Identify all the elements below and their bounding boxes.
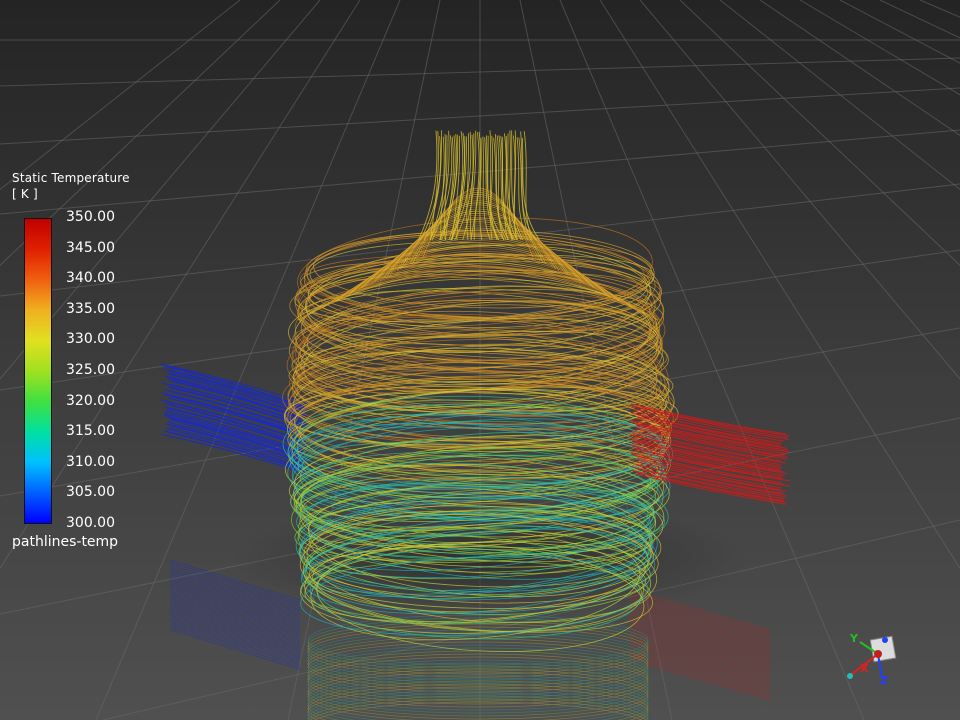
3d-viewport[interactable]: Static Temperature [ K ] 350.00 345.00 340… — [0, 0, 960, 720]
triad-x-end-icon — [847, 673, 853, 679]
color-legend: Static Temperature [ K ] 350.00 345.00 340… — [12, 170, 152, 550]
triad-y-label: Y — [850, 632, 858, 645]
triad-origin-icon — [874, 650, 882, 658]
triad-x-label: X — [860, 662, 869, 675]
legend-ticks: 350.00 345.00 340.00 335.00 330.00 325.00 320.… — [66, 208, 146, 534]
legend-tick: 340.00 — [66, 270, 115, 287]
legend-tick: 320.00 — [66, 392, 115, 409]
legend-tick: 350.00 — [66, 209, 115, 225]
legend-unit: [ K ] — [12, 187, 38, 201]
legend-tick: 335.00 — [66, 300, 115, 317]
triad-z-label: Z — [880, 674, 888, 687]
legend-tick: 305.00 — [66, 484, 115, 501]
legend-tick: 325.00 — [66, 362, 115, 378]
legend-tick: 310.00 — [66, 453, 115, 470]
legend-name: pathlines-temp — [12, 534, 119, 550]
legend-tick: 300.00 — [66, 515, 115, 531]
legend-tick: 345.00 — [66, 239, 115, 256]
legend-tick: 315.00 — [66, 423, 115, 440]
axis-triad[interactable]: Y X Z — [838, 628, 908, 694]
legend-tick: 330.00 — [66, 331, 115, 348]
triad-top-dot-icon — [882, 637, 888, 643]
legend-title: Static Temperature — [12, 171, 130, 185]
legend-color-bar — [24, 218, 52, 524]
